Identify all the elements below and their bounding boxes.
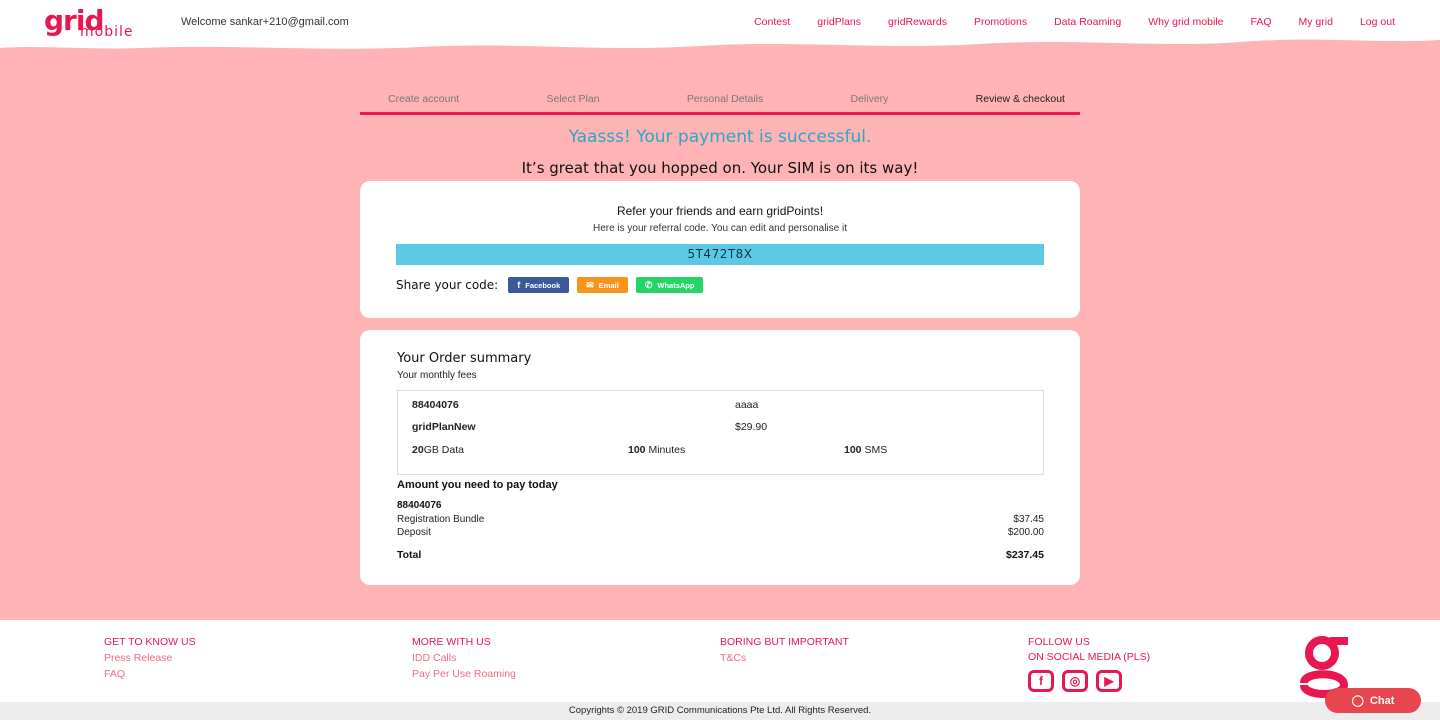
monthly-fees-label: Your monthly fees bbox=[397, 370, 477, 381]
main-nav: Contest gridPlans gridRewards Promotions… bbox=[754, 16, 1395, 28]
facebook-label: Facebook bbox=[525, 280, 561, 290]
footer-heading: MORE WITH US bbox=[412, 636, 491, 648]
share-row: Share your code: f Facebook ✉ Email ✆ Wh… bbox=[396, 277, 704, 293]
step-review-checkout[interactable]: Review & checkout bbox=[976, 93, 1065, 112]
footer-link-roaming[interactable]: Pay Per Use Roaming bbox=[412, 666, 516, 682]
footer-link-idd-calls[interactable]: IDD Calls bbox=[412, 650, 516, 666]
total-row: Total $237.45 bbox=[397, 549, 1044, 561]
nav-why-grid-mobile[interactable]: Why grid mobile bbox=[1148, 16, 1223, 28]
pay-item-amount: $200.00 bbox=[1007, 527, 1044, 538]
checkout-steps: Create account Select Plan Personal Deta… bbox=[360, 93, 1080, 115]
footer-link-press-release[interactable]: Press Release bbox=[104, 650, 196, 666]
chat-bubble-icon: ◯ bbox=[1351, 695, 1364, 707]
total-label: Total bbox=[397, 549, 422, 561]
nav-promotions[interactable]: Promotions bbox=[974, 16, 1027, 28]
whatsapp-label: WhatsApp bbox=[657, 280, 695, 290]
chat-label: Chat bbox=[1369, 694, 1395, 707]
nav-contest[interactable]: Contest bbox=[754, 16, 790, 28]
plan-minutes: 100 Minutes bbox=[628, 444, 685, 456]
order-name-value: aaaa bbox=[735, 399, 759, 411]
nav-gridrewards[interactable]: gridRewards bbox=[888, 16, 947, 28]
data-unit: GB Data bbox=[423, 444, 464, 456]
site-footer: GET TO KNOW US Press Release FAQ MORE WI… bbox=[0, 620, 1440, 702]
pay-row: Registration Bundle $37.45 bbox=[397, 514, 1044, 525]
sms-amount: 100 bbox=[844, 444, 862, 456]
footer-col-social: FOLLOW US ON SOCIAL MEDIA (PLS) f ◎ ▶ bbox=[1028, 635, 1150, 692]
footer-link-faq[interactable]: FAQ bbox=[104, 666, 196, 682]
facebook-icon: f bbox=[517, 280, 521, 290]
pay-today-title: Amount you need to pay today bbox=[397, 479, 558, 491]
order-summary-card: Your Order summary Your monthly fees 884… bbox=[360, 330, 1080, 585]
email-icon: ✉ bbox=[586, 279, 594, 290]
copyright-bar: Copyrights © 2019 GRID Communications Pt… bbox=[0, 702, 1440, 720]
pay-item-label: Registration Bundle bbox=[397, 514, 485, 525]
social-icons: f ◎ ▶ bbox=[1028, 670, 1150, 692]
step-select-plan[interactable]: Select Plan bbox=[546, 93, 599, 112]
minutes-unit: Minutes bbox=[645, 444, 686, 456]
step-personal-details[interactable]: Personal Details bbox=[687, 93, 763, 112]
total-amount: $237.45 bbox=[1006, 549, 1044, 561]
instagram-icon[interactable]: ◎ bbox=[1062, 670, 1088, 692]
plan-price: $29.90 bbox=[735, 421, 768, 433]
referral-code-field[interactable]: 5T472T8X bbox=[396, 244, 1044, 265]
pay-row: Deposit $200.00 bbox=[397, 527, 1044, 538]
step-create-account[interactable]: Create account bbox=[388, 93, 459, 112]
nav-faq[interactable]: FAQ bbox=[1251, 16, 1272, 28]
referral-title: Refer your friends and earn gridPoints! bbox=[616, 204, 824, 218]
order-number: 88404076 bbox=[412, 399, 459, 411]
referral-card: Refer your friends and earn gridPoints! … bbox=[360, 181, 1080, 318]
minutes-amount: 100 bbox=[628, 444, 646, 456]
facebook-icon[interactable]: f bbox=[1028, 670, 1054, 692]
plan-sms: 100 SMS bbox=[844, 444, 887, 456]
pay-item-label: Deposit bbox=[397, 527, 431, 538]
order-summary-title: Your Order summary bbox=[397, 351, 532, 366]
data-amount: 20 bbox=[412, 444, 424, 456]
chat-button[interactable]: ◯ Chat bbox=[1325, 688, 1421, 713]
plan-details-box: 88404076 aaaa gridPlanNew $29.90 20GB Da… bbox=[397, 390, 1044, 475]
success-title: Yaasss! Your payment is successful. bbox=[568, 127, 872, 147]
footer-col-know-us: GET TO KNOW US Press Release FAQ bbox=[104, 635, 196, 682]
footer-col-more: MORE WITH US IDD Calls Pay Per Use Roami… bbox=[412, 635, 516, 682]
header-background bbox=[0, 0, 1440, 49]
nav-log-out[interactable]: Log out bbox=[1360, 16, 1395, 28]
share-label: Share your code: bbox=[396, 278, 499, 292]
footer-link-tcs[interactable]: T&Cs bbox=[720, 650, 849, 666]
site-header: grid mobile Welcome sankar+210@gmail.com… bbox=[0, 0, 1440, 62]
plan-name: gridPlanNew bbox=[412, 421, 476, 433]
share-whatsapp-button[interactable]: ✆ WhatsApp bbox=[635, 277, 704, 293]
step-delivery[interactable]: Delivery bbox=[851, 93, 889, 112]
grid-mobile-logo[interactable]: grid mobile bbox=[44, 4, 164, 42]
footer-heading: BORING BUT IMPORTANT bbox=[720, 636, 849, 648]
sms-unit: SMS bbox=[861, 444, 888, 456]
footer-col-important: BORING BUT IMPORTANT T&Cs bbox=[720, 635, 849, 666]
youtube-icon[interactable]: ▶ bbox=[1096, 670, 1122, 692]
footer-heading: GET TO KNOW US bbox=[104, 636, 196, 648]
nav-gridplans[interactable]: gridPlans bbox=[817, 16, 861, 28]
footer-heading: FOLLOW US bbox=[1028, 636, 1090, 648]
pay-item-amount: $37.45 bbox=[1013, 514, 1044, 525]
share-email-button[interactable]: ✉ Email bbox=[577, 277, 628, 293]
whatsapp-icon: ✆ bbox=[644, 279, 653, 290]
pay-number: 88404076 bbox=[397, 500, 442, 511]
nav-my-grid[interactable]: My grid bbox=[1299, 16, 1333, 28]
success-subtitle: It’s great that you hopped on. Your SIM … bbox=[521, 159, 919, 177]
email-label: Email bbox=[598, 280, 619, 290]
referral-hint: Here is your referral code. You can edit… bbox=[592, 223, 848, 234]
nav-data-roaming[interactable]: Data Roaming bbox=[1054, 16, 1121, 28]
plan-data: 20GB Data bbox=[412, 444, 464, 456]
welcome-text: Welcome sankar+210@gmail.com bbox=[181, 16, 349, 28]
footer-heading: ON SOCIAL MEDIA (PLS) bbox=[1028, 651, 1151, 663]
share-facebook-button[interactable]: f Facebook bbox=[508, 277, 570, 293]
logo-mobile-text: mobile bbox=[80, 24, 134, 40]
